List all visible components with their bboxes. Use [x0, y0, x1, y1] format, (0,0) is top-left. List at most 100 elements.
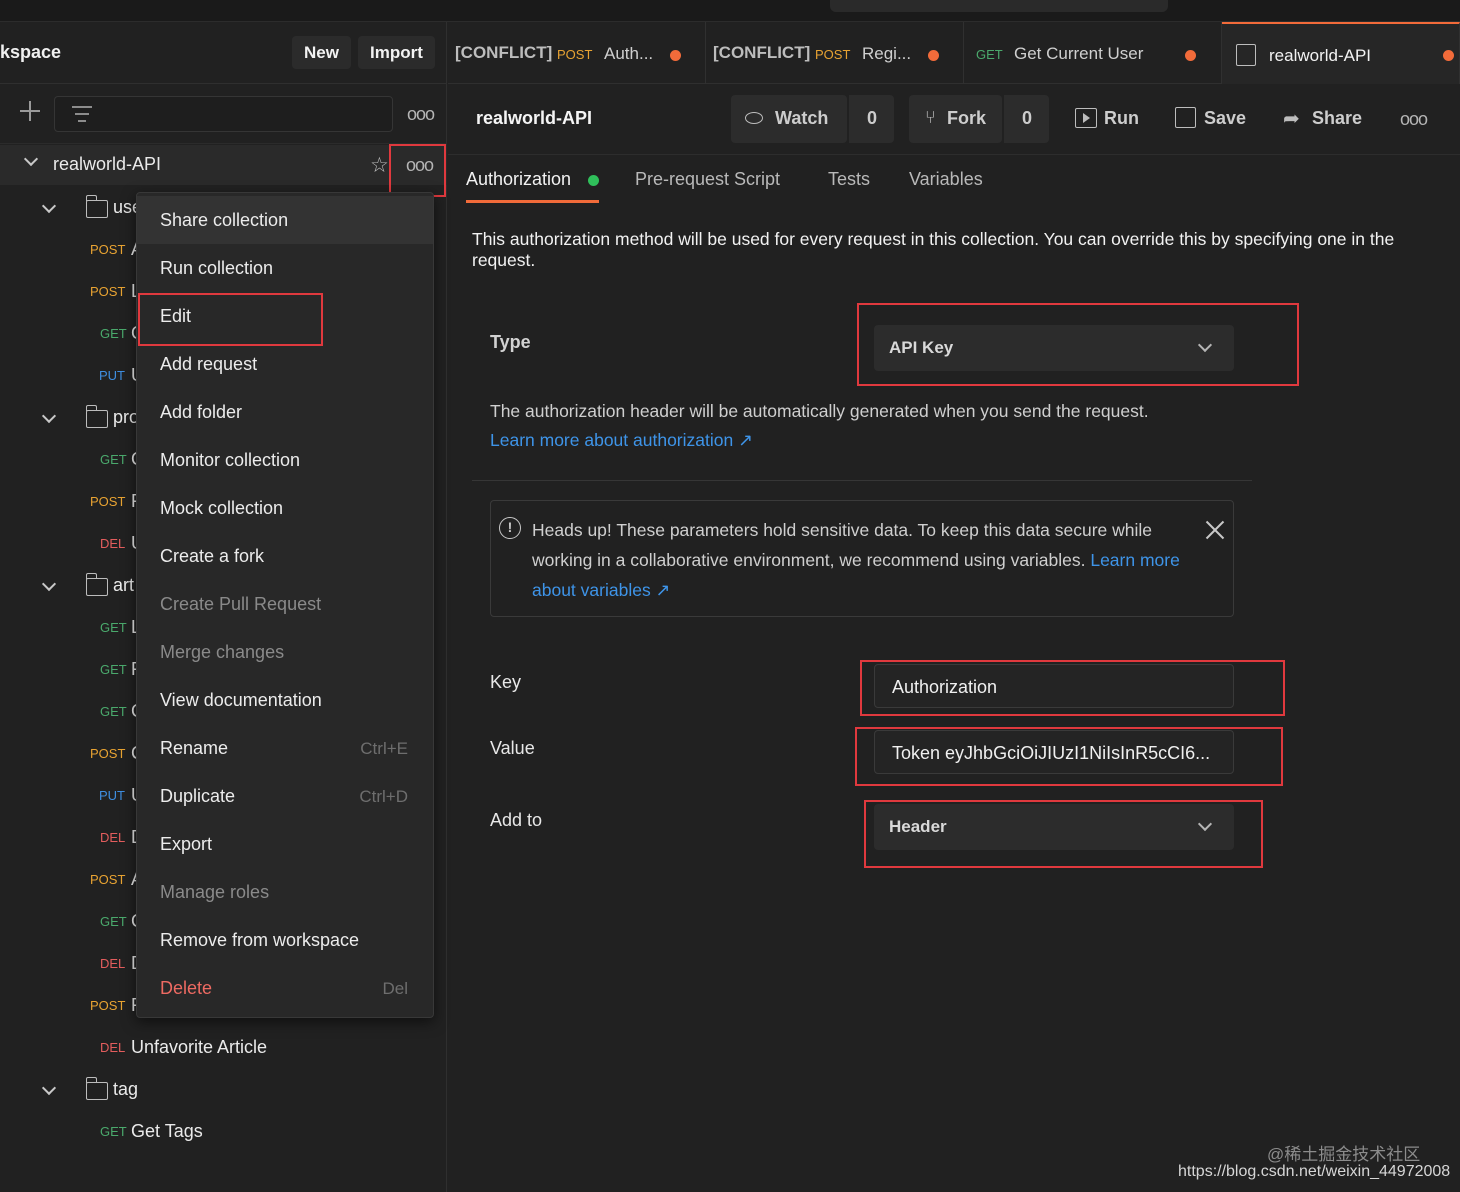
tab-pre-request-script[interactable]: Pre-request Script: [635, 169, 780, 190]
request-method: PUT: [99, 788, 125, 803]
tab-title: Regi...: [862, 44, 912, 63]
collection-name: realworld-API: [53, 154, 162, 174]
filter-icon: [72, 105, 92, 123]
new-button[interactable]: New: [292, 36, 351, 69]
request-method: POST: [90, 494, 126, 509]
highlight-key: [860, 660, 1285, 716]
request-method: GET: [100, 620, 127, 635]
menu-item-export[interactable]: Export: [137, 820, 433, 868]
menu-item-label: Create Pull Request: [160, 594, 322, 614]
tab-realworld-api[interactable]: realworld-API: [1222, 22, 1460, 84]
key-label: Key: [490, 672, 522, 692]
request-method: DEL: [100, 956, 126, 971]
request-method: GET: [100, 452, 127, 467]
tab-auth[interactable]: [CONFLICT] POST Auth...: [448, 22, 706, 84]
run-button[interactable]: Run: [1104, 108, 1139, 129]
menu-item-merge-changes[interactable]: Merge changes: [137, 628, 433, 676]
folder-icon: [85, 573, 108, 596]
highlight-edit: [138, 293, 323, 346]
menu-item-label: Remove from workspace: [160, 930, 360, 950]
request-method: DEL: [100, 830, 126, 845]
close-icon[interactable]: [1205, 520, 1225, 540]
tab-conflict-label: [CONFLICT]: [713, 43, 811, 62]
chevron-down-icon[interactable]: [24, 154, 38, 168]
tab-title: realworld-API: [1269, 46, 1372, 65]
sensitive-data-warning: Heads up! These parameters hold sensitiv…: [490, 500, 1234, 617]
import-button[interactable]: Import: [358, 36, 435, 69]
tab-register[interactable]: [CONFLICT] POST Regi...: [706, 22, 964, 84]
filter-input[interactable]: [54, 96, 393, 132]
unsaved-dot-icon: [1185, 50, 1196, 61]
active-tab-indicator: [466, 200, 599, 203]
menu-item-label: Merge changes: [160, 642, 285, 662]
share-icon: ➦: [1283, 108, 1300, 130]
menu-item-manage-roles[interactable]: Manage roles: [137, 868, 433, 916]
menu-item-create-pull-request[interactable]: Create Pull Request: [137, 580, 433, 628]
tab-variables[interactable]: Variables: [909, 169, 983, 190]
request-method: DEL: [100, 1040, 126, 1055]
warning-text: Heads up! These parameters hold sensitiv…: [532, 520, 1152, 570]
section-divider: [472, 480, 1252, 481]
highlight-addto: [864, 800, 1263, 868]
unsaved-dot-icon: [928, 50, 939, 61]
menu-item-mock-collection[interactable]: Mock collection: [137, 484, 433, 532]
menu-item-run-collection[interactable]: Run collection: [137, 244, 433, 292]
menu-item-add-request[interactable]: Add request: [137, 340, 433, 388]
header-more-icon[interactable]: ooo: [1400, 109, 1428, 130]
menu-item-shortcut: Ctrl+E: [360, 739, 408, 758]
menu-item-label: Monitor collection: [160, 450, 301, 470]
sidebar-more-icon[interactable]: ooo: [407, 104, 435, 125]
request-method: GET: [100, 1124, 127, 1139]
request-name[interactable]: Get Tags: [131, 1121, 203, 1142]
tab-authorization[interactable]: Authorization: [466, 169, 571, 190]
menu-item-view-documentation[interactable]: View documentation: [137, 676, 433, 724]
request-name[interactable]: Unfavorite Article: [131, 1037, 267, 1058]
tab-title: Auth...: [604, 44, 654, 63]
menu-item-remove-from-workspace[interactable]: Remove from workspace: [137, 916, 433, 964]
request-method: GET: [100, 662, 127, 677]
chevron-down-icon[interactable]: [42, 1083, 56, 1097]
request-method: DEL: [100, 536, 126, 551]
chevron-down-icon[interactable]: [42, 201, 56, 215]
watch-count[interactable]: 0: [848, 95, 894, 143]
tab-method: POST: [815, 47, 851, 62]
request-method: GET: [100, 914, 127, 929]
active-dot-icon: [588, 175, 599, 186]
addto-label: Add to: [490, 810, 543, 830]
save-button[interactable]: Save: [1204, 108, 1246, 129]
tab-method: POST: [557, 47, 593, 62]
folder-name[interactable]: art: [113, 575, 134, 596]
menu-item-label: Add request: [160, 354, 258, 374]
watch-label: Watch: [775, 108, 829, 128]
tab-tests[interactable]: Tests: [828, 169, 870, 190]
watermark-juejin: @稀土掘金技术社区: [1267, 1145, 1421, 1164]
info-icon: !: [499, 517, 521, 539]
request-method: PUT: [99, 368, 125, 383]
menu-item-rename[interactable]: Rename Ctrl+E: [137, 724, 433, 772]
menu-item-add-folder[interactable]: Add folder: [137, 388, 433, 436]
fork-button[interactable]: ⑂ Fork: [909, 95, 1002, 143]
menu-item-label: Create a fork: [160, 546, 265, 566]
menu-item-duplicate[interactable]: Duplicate Ctrl+D: [137, 772, 433, 820]
chevron-down-icon[interactable]: [42, 579, 56, 593]
fork-count[interactable]: 0: [1003, 95, 1049, 143]
unsaved-dot-icon: [670, 50, 681, 61]
menu-item-create-a-fork[interactable]: Create a fork: [137, 532, 433, 580]
request-method: GET: [100, 326, 127, 341]
menu-item-share-collection[interactable]: Share collection: [137, 196, 433, 244]
value-label: Value: [490, 738, 535, 758]
tab-get-current-user[interactable]: GET Get Current User: [964, 22, 1222, 84]
unsaved-dot-icon: [1443, 50, 1454, 61]
learn-more-authorization-link[interactable]: Learn more about authorization ↗: [490, 430, 1149, 451]
menu-item-monitor-collection[interactable]: Monitor collection: [137, 436, 433, 484]
menu-item-delete[interactable]: Delete Del: [137, 964, 433, 1012]
add-icon[interactable]: [18, 99, 42, 123]
save-icon: [1175, 107, 1196, 128]
share-button[interactable]: Share: [1312, 108, 1362, 129]
collection-title: realworld-API: [476, 108, 593, 128]
chevron-down-icon[interactable]: [42, 411, 56, 425]
watch-button[interactable]: Watch: [731, 95, 847, 143]
folder-name[interactable]: tag: [113, 1079, 138, 1100]
star-icon[interactable]: ☆: [370, 153, 389, 178]
tab-title: Get Current User: [1014, 44, 1144, 63]
